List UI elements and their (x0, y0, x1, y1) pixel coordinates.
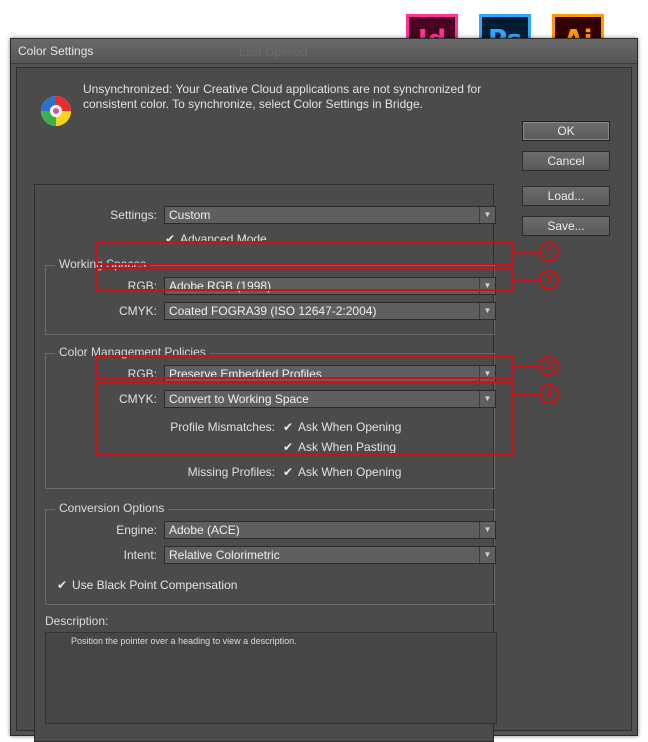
callout-line-4 (513, 393, 539, 395)
save-button[interactable]: Save... (522, 216, 610, 236)
description-title: Description: (45, 614, 109, 628)
titlebar[interactable]: Color Settings Last Opened (11, 39, 637, 64)
intent-value: Relative Colorimetric (169, 548, 280, 562)
color-wheel-icon (41, 96, 71, 126)
description-box: Position the pointer over a heading to v… (45, 632, 497, 724)
ws-cmyk-label: CMYK: (118, 304, 157, 318)
engine-dropdown[interactable]: Adobe (ACE) ▼ (164, 521, 496, 539)
intent-dropdown[interactable]: Relative Colorimetric ▼ (164, 546, 496, 564)
black-point-checkbox[interactable]: ✔ Use Black Point Compensation (57, 578, 237, 592)
ws-cmyk-dropdown[interactable]: Coated FOGRA39 (ISO 12647-2:2004) ▼ (164, 302, 496, 320)
background-window-title: Last Opened (239, 45, 308, 59)
dialog-title: Color Settings (18, 44, 94, 58)
chevron-down-icon: ▼ (479, 207, 495, 223)
missing-ask-opening-checkbox[interactable]: ✔ Ask When Opening (283, 465, 401, 479)
settings-value: Custom (169, 208, 211, 222)
sync-message: Unsynchronized: Your Creative Cloud appl… (83, 82, 482, 111)
settings-dropdown[interactable]: Custom ▼ (164, 206, 496, 224)
ws-cmyk-value: Coated FOGRA39 (ISO 12647-2:2004) (169, 304, 377, 318)
black-point-label: Use Black Point Compensation (72, 578, 238, 592)
conversion-title: Conversion Options (55, 501, 169, 515)
intent-label: Intent: (123, 548, 157, 562)
missing-ask-opening-label: Ask When Opening (298, 465, 402, 479)
check-icon: ✔ (283, 465, 294, 479)
callout-line-2 (513, 279, 539, 281)
highlight-ws-cmyk (96, 267, 513, 291)
load-button[interactable]: Load... (522, 186, 610, 206)
callout-3: 3 (539, 356, 559, 376)
chevron-down-icon: ▼ (479, 547, 495, 563)
engine-label: Engine: (116, 523, 157, 537)
settings-label: Settings: (110, 208, 157, 222)
callout-line-1 (513, 252, 539, 254)
callout-line-3 (513, 366, 539, 368)
callout-2: 2 (539, 270, 559, 290)
missing-profiles-label: Missing Profiles: (187, 465, 275, 479)
cancel-button[interactable]: Cancel (522, 151, 610, 171)
chevron-down-icon: ▼ (479, 303, 495, 319)
callout-1: 1 (539, 242, 559, 262)
description-text: Position the pointer over a heading to v… (71, 636, 297, 646)
callout-4: 4 (539, 384, 559, 404)
highlight-ws-rgb (96, 241, 513, 265)
check-icon: ✔ (57, 578, 68, 592)
chevron-down-icon: ▼ (479, 522, 495, 538)
highlight-policy-cmyk (96, 355, 513, 379)
ok-button[interactable]: OK (522, 121, 610, 141)
engine-value: Adobe (ACE) (169, 523, 240, 537)
highlight-mismatch-options (96, 381, 513, 455)
